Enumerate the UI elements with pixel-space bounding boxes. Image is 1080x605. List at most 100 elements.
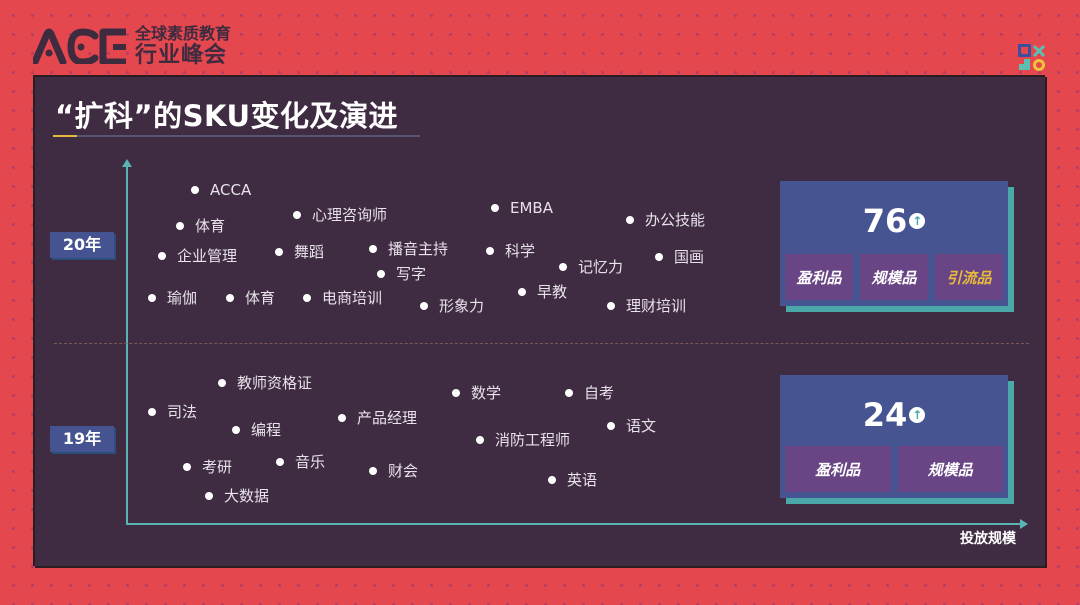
bullet-icon [176,222,184,230]
ace-logo-mark [33,28,126,64]
sku-label: 消防工程师 [495,431,571,449]
y-axis-arrow-icon [122,159,132,167]
sku-label: 瑜伽 [167,289,198,307]
sku-label: 财会 [388,462,419,480]
bullet-icon [191,186,199,194]
tag-traffic-product: 引流品 [935,254,1003,300]
title-underline [53,135,420,137]
sku-label: ACCA [210,181,252,199]
ace-logo-text: 全球素质教育 行业峰会 [135,24,231,68]
x-axis-arrow-icon [1020,519,1028,529]
main-panel: “扩科”的SKU变化及演进 投放规模 20年 19年 ACCA 体育 心理咨询师… [33,75,1045,566]
sku-item: 英语 [548,471,597,489]
bullet-icon [452,389,460,397]
bullet-icon [655,253,663,261]
bullet-icon [218,379,226,387]
bullet-icon [275,248,283,256]
bullet-icon [205,492,213,500]
sku-label: 教师资格证 [237,374,313,392]
bullet-icon [420,302,428,310]
year-badge-19: 19年 [50,426,114,452]
logo-line-1: 全球素质教育 [135,24,232,43]
sku-item: 记忆力 [559,258,623,276]
sku-item: ACCA [191,181,251,199]
sku-label: 体育 [195,217,226,235]
sku-label: 理财培训 [626,297,687,315]
sku-label: 早教 [537,283,568,301]
bullet-icon [303,294,311,302]
slide-title: “扩科”的SKU变化及演进 [55,99,399,133]
sku-count-value: 76 [862,202,908,240]
logo-line-2: 行业峰会 [135,43,228,68]
sku-label: 考研 [202,458,233,476]
sku-count: 24 ↑ [780,393,1008,435]
bullet-icon [559,263,567,271]
sku-item: 考研 [183,458,232,476]
sku-label: 舞蹈 [294,243,325,261]
sku-item: 写字 [377,265,426,283]
bullet-icon [148,294,156,302]
sku-item: 早教 [518,283,567,301]
sku-label: 大数据 [224,487,270,505]
tag-scale-product: 规模品 [860,254,928,300]
sku-item: 形象力 [420,297,484,315]
bullet-icon [158,252,166,260]
sku-item: 科学 [486,242,535,260]
arrow-up-icon: ↑ [909,407,926,423]
sku-label: 心理咨询师 [312,206,388,224]
bullet-icon [486,247,494,255]
bullet-icon [148,408,156,416]
sku-label: 办公技能 [645,211,706,229]
sku-item: 产品经理 [338,409,417,427]
sku-count-card-20: 76 ↑ 盈利品 规模品 引流品 [780,181,1008,306]
sku-label: 编程 [251,421,282,439]
bullet-icon [232,426,240,434]
sku-item: 语文 [607,417,656,435]
sku-item: 司法 [148,403,197,421]
sku-item: 音乐 [276,453,325,471]
sku-label: 写字 [396,265,427,283]
sku-item: 理财培训 [607,297,686,315]
sku-item: 电商培训 [303,289,382,307]
sku-item: 编程 [232,421,281,439]
bullet-icon [226,294,234,302]
sku-item: 自考 [565,384,614,402]
shapes-logo-icon [1018,44,1046,71]
sku-label: 记忆力 [578,258,624,276]
bullet-icon [626,216,634,224]
sku-item: 大数据 [205,487,269,505]
bullet-icon [476,436,484,444]
y-axis [126,165,128,524]
sku-item: 心理咨询师 [293,206,387,224]
bullet-icon [293,211,301,219]
sku-item: 办公技能 [626,211,705,229]
product-type-tags: 盈利品 规模品 引流品 [785,254,1003,300]
sku-item: 舞蹈 [275,243,324,261]
sku-item: 企业管理 [158,247,237,265]
tag-profit-product: 盈利品 [785,446,891,492]
sku-label: 企业管理 [177,247,238,265]
tag-profit-product: 盈利品 [785,254,853,300]
product-type-tags: 盈利品 规模品 [785,446,1003,492]
sku-label: 语文 [626,417,657,435]
bullet-icon [548,476,556,484]
sku-label: 产品经理 [357,409,418,427]
sku-label: 数学 [471,384,502,402]
sku-count: 76 ↑ [780,199,1008,241]
sku-item: 体育 [176,217,225,235]
sku-label: 司法 [167,403,198,421]
sku-label: 科学 [505,242,536,260]
sku-item: 播音主持 [369,240,448,258]
sku-label: 英语 [567,471,598,489]
bullet-icon [276,458,284,466]
sku-label: EMBA [510,199,553,217]
sku-label: 音乐 [295,453,326,471]
bullet-icon [607,302,615,310]
arrow-up-icon: ↑ [909,213,926,229]
year-divider [54,343,1029,344]
year-badge-20: 20年 [50,232,114,258]
bullet-icon [491,204,499,212]
sku-item: 消防工程师 [476,431,570,449]
bullet-icon [338,414,346,422]
bullet-icon [518,288,526,296]
